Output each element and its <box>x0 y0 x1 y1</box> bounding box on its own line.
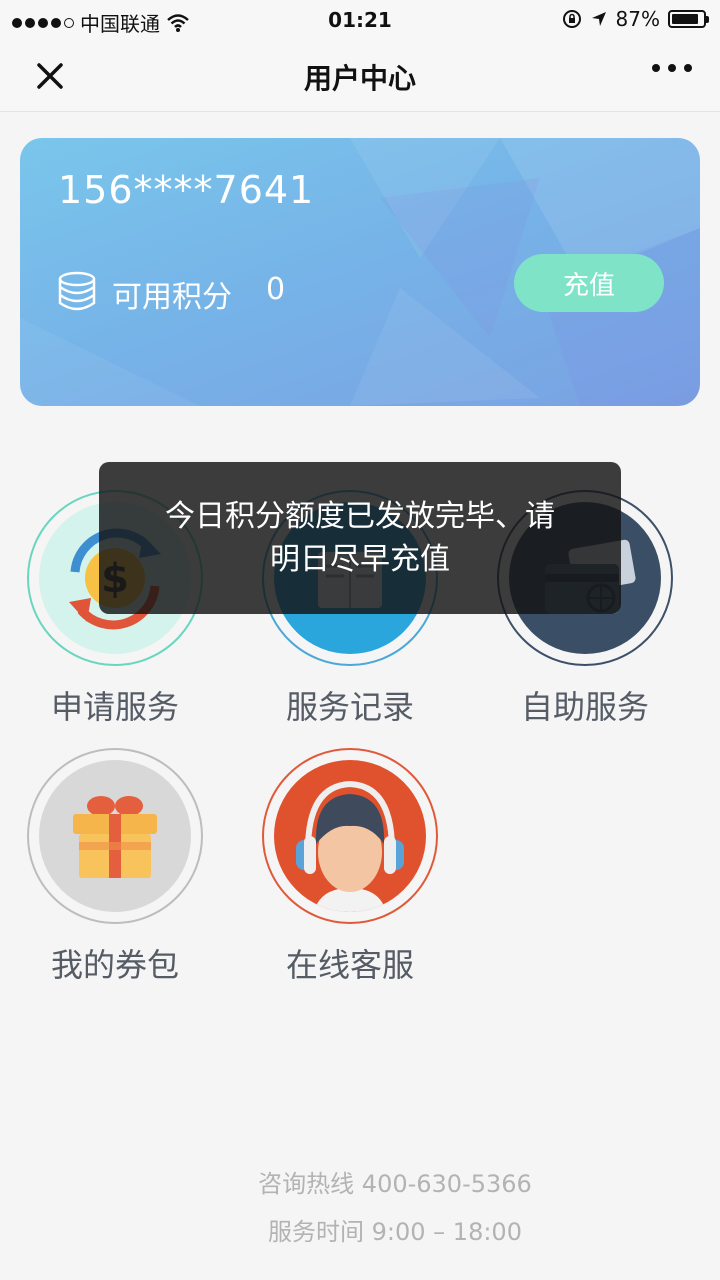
nav-bar: 用户中心 <box>0 40 720 112</box>
service-coupons-ring <box>27 748 203 924</box>
service-records-label: 服务记录 <box>285 688 414 726</box>
toast-line-1: 今日积分额度已发放完毕、请 <box>165 499 555 534</box>
gift-box-icon <box>39 760 191 912</box>
service-coupons-label: 我的券包 <box>50 946 179 984</box>
battery-icon <box>668 10 709 28</box>
points-value: 0 <box>266 272 286 307</box>
hotline-text: 咨询热线 400-630-5366 <box>258 1170 532 1198</box>
orientation-lock-icon <box>562 10 581 28</box>
coin-stack-icon <box>58 271 96 311</box>
more-icon[interactable] <box>652 64 692 72</box>
user-phone: 156****7641 <box>58 168 315 212</box>
customer-service-icon <box>274 760 426 912</box>
service-self-label: 自助服务 <box>520 688 649 726</box>
battery-percent: 87% <box>615 7 660 31</box>
user-card: 156****7641 可用积分 0 充值 <box>20 138 700 406</box>
service-online-support-label: 在线客服 <box>285 946 414 984</box>
toast-message: 今日积分额度已发放完毕、请 明日尽早充值 <box>99 462 621 614</box>
service-online-support-ring <box>262 748 438 924</box>
location-arrow-icon <box>591 12 606 26</box>
recharge-button[interactable]: 充值 <box>514 254 664 312</box>
page-title: 用户中心 <box>303 62 416 95</box>
toast-line-2: 明日尽早充值 <box>270 542 450 577</box>
service-apply-label: 申请服务 <box>50 688 179 726</box>
service-online-support[interactable]: 在线客服 <box>245 748 455 986</box>
points-label: 可用积分 <box>112 280 232 315</box>
status-right: 87% <box>562 7 709 31</box>
service-hours-text: 服务时间 9:00 – 18:00 <box>268 1218 522 1246</box>
service-coupons[interactable]: 我的券包 <box>10 748 220 986</box>
status-bar: 中国联通 01:21 87% <box>0 0 720 40</box>
